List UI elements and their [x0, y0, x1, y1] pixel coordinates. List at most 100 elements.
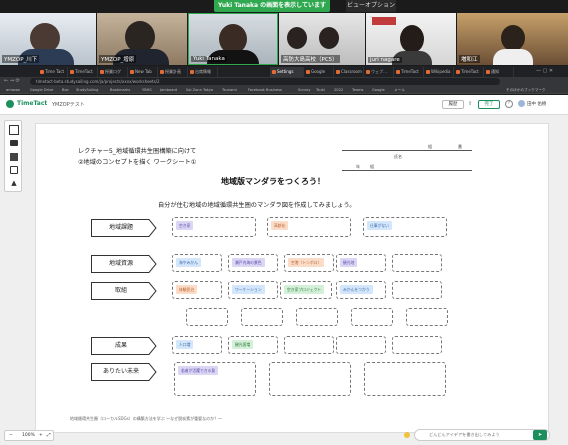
sticky-note[interactable]: 瀬戸内海の景色: [232, 258, 265, 267]
mandala-box[interactable]: [296, 308, 338, 326]
idea-input[interactable]: どんどんアイデアを書き出してみよう: [414, 429, 550, 441]
bookmark-item[interactable]: メール: [394, 87, 405, 93]
url-field[interactable]: timetact-beta.studysailing.com/ja/projec…: [30, 78, 500, 85]
help-icon[interactable]: ?: [505, 100, 513, 108]
bookmark-item[interactable]: Facebook Business: [248, 87, 282, 93]
browser-tab[interactable]: Wikipedia: [424, 67, 454, 77]
expand-icon[interactable]: [9, 125, 19, 135]
video-tile-4[interactable]: 高防大島高校（PC5）: [279, 13, 365, 65]
sticky-note-icon[interactable]: [9, 152, 19, 162]
bookmark-item[interactable]: そのほかのブックマーク: [506, 87, 546, 93]
share-icon[interactable]: ⇪: [468, 101, 472, 107]
sticky-note[interactable]: 空き家: [176, 221, 194, 230]
sticky-note[interactable]: 観光客増: [232, 340, 254, 349]
bookmark-item[interactable]: Jamboard: [160, 87, 177, 93]
browser-tab[interactable]: 出席情報: [188, 67, 218, 77]
sticky-note[interactable]: ワーケーション: [232, 285, 265, 294]
send-icon[interactable]: ➤: [533, 430, 547, 440]
sticky-note[interactable]: 空港（トンボロ）: [288, 258, 325, 267]
browser-tab[interactable]: TimeTact: [394, 67, 424, 77]
nav-arrows-icon[interactable]: ← → ⟳: [4, 78, 20, 84]
bookmark-item[interactable]: 2022: [334, 87, 343, 93]
mandala-box[interactable]: 海やみかん: [172, 254, 222, 272]
mandala-box[interactable]: ワーケーション: [228, 281, 278, 299]
fit-screen-icon[interactable]: ⤢: [47, 431, 51, 440]
mandala-box[interactable]: 若者が活躍できる島: [174, 362, 256, 396]
bookmark-item[interactable]: amazon: [6, 87, 20, 93]
sticky-note[interactable]: 体験民泊: [176, 285, 198, 294]
history-button[interactable]: 履歴: [442, 100, 464, 109]
browser-tab[interactable]: 授業ログ: [98, 67, 128, 77]
bookmark-item[interactable]: Box: [62, 87, 69, 93]
bookmark-item[interactable]: Tsunami: [222, 87, 237, 93]
sticky-note[interactable]: 空き家プロジェクト: [284, 285, 325, 294]
browser-tab[interactable]: Time Tact: [38, 67, 68, 77]
mandala-box[interactable]: [364, 362, 446, 396]
sticky-note[interactable]: 仕事がない: [367, 221, 392, 230]
mandala-box[interactable]: 体験民泊: [172, 281, 222, 299]
mandala-box[interactable]: 高齢化: [267, 217, 351, 237]
browser-tab[interactable]: 通知: [484, 67, 514, 77]
video-tile-5[interactable]: juri nagare: [366, 13, 456, 65]
upload-icon[interactable]: ▲: [9, 178, 19, 188]
mandala-box[interactable]: 仕事がない: [363, 217, 447, 237]
comment-icon[interactable]: [9, 139, 19, 149]
mandala-box[interactable]: [336, 336, 386, 354]
sticky-note[interactable]: みかんをつかう: [340, 285, 373, 294]
bookmark-item[interactable]: YBHS: [142, 87, 152, 93]
zoom-in-icon[interactable]: +: [39, 431, 43, 440]
shape-icon[interactable]: [9, 165, 19, 175]
mandala-box[interactable]: 空き家プロジェクト: [280, 281, 332, 299]
sticky-note[interactable]: 若者が活躍できる島: [178, 366, 219, 375]
bookmark-item[interactable]: Teams: [352, 87, 363, 93]
mandala-box[interactable]: [284, 336, 334, 354]
mandala-box[interactable]: [269, 362, 351, 396]
mandala-box[interactable]: [392, 281, 442, 299]
mandala-box[interactable]: [392, 254, 442, 272]
browser-tab[interactable]: Classroom: [334, 67, 364, 77]
view-options-button[interactable]: ビューオプション ▾: [346, 0, 396, 21]
bookmark-item[interactable]: Tsuki: [316, 87, 325, 93]
zoom-out-icon[interactable]: −: [9, 431, 13, 440]
sticky-note[interactable]: 人口増: [176, 340, 194, 349]
mandala-box[interactable]: 空き家: [172, 217, 256, 237]
sticky-note[interactable]: 高齢化: [271, 221, 289, 230]
browser-tab[interactable]: Google: [304, 67, 334, 77]
bookmark-item[interactable]: StudySailing: [76, 87, 98, 93]
bookmark-item[interactable]: Google Drive: [30, 87, 53, 93]
browser-tab[interactable]: New Tab: [128, 67, 158, 77]
mandala-box[interactable]: 空港（トンボロ）: [284, 254, 334, 272]
mandala-box[interactable]: みかんをつかう: [336, 281, 386, 299]
bookmark-item[interactable]: Sai Zonn Tokyo: [186, 87, 213, 93]
bookmark-item[interactable]: Bookmarks: [110, 87, 130, 93]
mandala-box[interactable]: 観光客増: [228, 336, 278, 354]
window-controls[interactable]: — ▢ ✕: [536, 68, 553, 74]
browser-tab[interactable]: 授業計画: [158, 67, 188, 77]
mandala-box[interactable]: [406, 308, 448, 326]
mandala-box[interactable]: [186, 308, 228, 326]
bookmark-item[interactable]: Survey: [298, 87, 311, 93]
bookmark-item[interactable]: Google: [372, 87, 385, 93]
mandala-box[interactable]: [241, 308, 283, 326]
complete-button[interactable]: 完了: [478, 100, 500, 109]
mandala-box[interactable]: [351, 308, 393, 326]
mandala-box[interactable]: 人口増: [172, 336, 222, 354]
video-tile-2[interactable]: YMZOP_增原: [97, 13, 187, 65]
browser-tab[interactable]: TimeTact: [454, 67, 484, 77]
zoom-control[interactable]: − 100% + ⤢: [4, 430, 54, 441]
browser-tab[interactable]: ウェブ…: [364, 67, 394, 77]
sticky-note[interactable]: 海やみかん: [176, 258, 201, 267]
mandala-box[interactable]: [392, 336, 442, 354]
video-tile-1[interactable]: YMZOP_川下: [0, 13, 96, 65]
video-tile-6[interactable]: 増和江: [457, 13, 568, 65]
mandala-box[interactable]: 瀬戸内海の景色: [228, 254, 278, 272]
worksheet-canvas[interactable]: レクチャー5_地域循環共生圏構築に向けて ②地域のコンセプトを描く ワークシート…: [35, 123, 549, 433]
sticky-note[interactable]: 観光地: [340, 258, 358, 267]
browser-tab-active[interactable]: Settings: [270, 67, 304, 77]
app-logo[interactable]: TimeTact: [17, 100, 47, 107]
user-avatar[interactable]: [518, 100, 525, 107]
user-name[interactable]: 田中 佑樹: [527, 101, 546, 107]
video-tile-3[interactable]: Yuki Tanaka: [188, 13, 278, 65]
browser-tab[interactable]: TimeTact: [68, 67, 98, 77]
mandala-box[interactable]: 観光地: [336, 254, 386, 272]
